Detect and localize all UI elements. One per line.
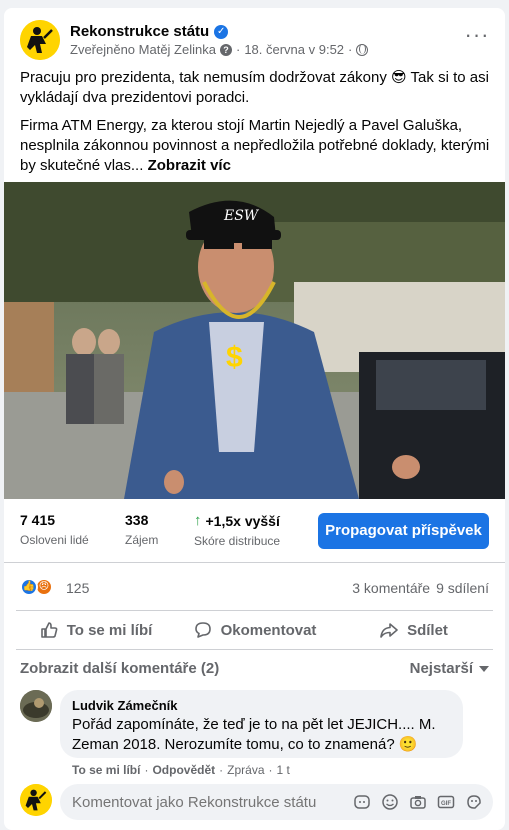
distribution-value-row: ↑ +1,5x vyšší (194, 512, 280, 529)
comment-label: Okomentovat (220, 621, 317, 639)
comment-like-link[interactable]: To se mi líbí (72, 763, 140, 777)
share-label: Sdílet (407, 621, 448, 639)
page-name-text[interactable]: Rekonstrukce státu (70, 23, 209, 40)
sticker-icon[interactable] (464, 792, 483, 811)
comment-reply-link[interactable]: Odpovědět (152, 763, 215, 777)
post-paragraph-2-text: Firma ATM Energy, za kterou stojí Martin… (20, 117, 490, 174)
comment-sort-dropdown[interactable]: Nejstarší (410, 660, 489, 677)
dot-separator: · (144, 763, 149, 777)
post-paragraph-2: Firma ATM Energy, za kterou stojí Martin… (20, 116, 490, 176)
post-actions: To se mi líbí Okomentovat Sdílet (16, 610, 493, 650)
comment-actions: To se mi líbí · Odpovědět · Zpráva · 1 t (72, 763, 290, 777)
comment-text: Pořád zapomínáte, že teď je to na pět le… (72, 716, 436, 753)
post-timestamp[interactable]: 18. června v 9:52 (244, 42, 344, 57)
distribution-value: +1,5x vyšší (205, 512, 280, 529)
meta-separator: · (235, 42, 241, 57)
see-more-link[interactable]: Zobrazit víc (148, 157, 231, 174)
post-text: Pracuju pro prezidenta, tak nemusím dodr… (20, 68, 490, 184)
engagement-label: Zájem (125, 533, 159, 547)
caret-down-icon (479, 665, 489, 672)
view-more-comments-link[interactable]: Zobrazit další komentáře (2) (20, 660, 219, 677)
globe-icon (356, 43, 369, 56)
engagement-value: 338 (125, 512, 149, 528)
comment-composer: GIF (60, 784, 493, 820)
share-icon (380, 623, 398, 638)
published-by[interactable]: Zveřejněno Matěj Zelinka (70, 42, 216, 57)
post-photo[interactable]: ESW $ (4, 182, 505, 499)
reached-label: Osloveni lidé (20, 533, 89, 547)
meta-separator: · (348, 42, 353, 57)
stat-reached: 7 415 Osloveni lidé (20, 512, 89, 547)
comment-age[interactable]: 1 t (277, 763, 290, 777)
post-paragraph-1: Pracuju pro prezidenta, tak nemusím dodr… (20, 69, 489, 106)
like-button[interactable]: To se mi líbí (16, 611, 175, 649)
share-button[interactable]: Sdílet (334, 611, 493, 649)
engagement-counts: 3 komentáře 9 sdílení (352, 580, 489, 596)
stat-distribution: ↑ +1,5x vyšší Skóre distribuce (194, 512, 280, 548)
composer-icons: GIF (352, 792, 483, 811)
dot-separator: · (219, 763, 224, 777)
like-label: To se mi líbí (66, 621, 153, 639)
photo-cap-text: ESW (223, 208, 260, 224)
stat-engagement: 338 Zájem (125, 512, 158, 547)
reaction-count[interactable]: 125 (66, 580, 89, 596)
comment-icon (194, 622, 211, 638)
comment-message-link[interactable]: Zpráva (227, 763, 264, 777)
dot-separator: · (268, 763, 273, 777)
comment-input[interactable] (72, 784, 342, 820)
post-meta: Zveřejněno Matěj Zelinka ? · 18. června … (70, 42, 369, 57)
sort-label: Nejstarší (409, 660, 473, 677)
page-name[interactable]: Rekonstrukce státu ✓ (70, 23, 229, 40)
post-card: Rekonstrukce státu ✓ Zveřejněno Matěj Ze… (4, 8, 505, 830)
promote-post-button[interactable]: Propagovat příspěvek (318, 513, 489, 549)
page-avatar[interactable] (20, 20, 60, 60)
distribution-label: Skóre distribuce (194, 534, 281, 548)
gif-icon[interactable]: GIF (436, 792, 455, 811)
reaction-icons[interactable]: 👍 😠 (20, 578, 53, 596)
post-header: Rekonstrukce státu ✓ Zveřejněno Matěj Ze… (4, 8, 505, 68)
comment-bubble: Ludvik Zámečník Pořád zapomínáte, že teď… (60, 690, 463, 758)
like-reaction-icon: 👍 (20, 578, 38, 596)
help-icon[interactable]: ? (219, 43, 232, 56)
photo-dollar-sign: $ (226, 341, 243, 374)
reactions-bar: 👍 😠 125 3 komentáře 9 sdílení (4, 571, 505, 605)
comment-author[interactable]: Ludvik Zámečník (72, 698, 451, 713)
reached-value: 7 415 (20, 512, 56, 528)
more-options-icon[interactable]: ··· (463, 24, 491, 54)
share-count[interactable]: 9 sdílení (436, 580, 489, 596)
comment-button[interactable]: Okomentovat (175, 611, 334, 649)
verified-icon: ✓ (214, 24, 229, 39)
svg-text:GIF: GIF (441, 801, 451, 807)
arrow-up-icon: ↑ (194, 512, 202, 529)
camera-icon[interactable] (408, 792, 427, 811)
avatar-sticker-icon[interactable] (352, 792, 371, 811)
post-insights: 7 415 Osloveni lidé 338 Zájem ↑ +1,5x vy… (4, 499, 505, 563)
commenter-avatar[interactable] (20, 690, 52, 722)
thumbs-up-icon (40, 622, 58, 638)
comment-count[interactable]: 3 komentáře (352, 580, 430, 596)
emoji-icon[interactable] (380, 792, 399, 811)
my-page-avatar[interactable] (20, 784, 52, 816)
